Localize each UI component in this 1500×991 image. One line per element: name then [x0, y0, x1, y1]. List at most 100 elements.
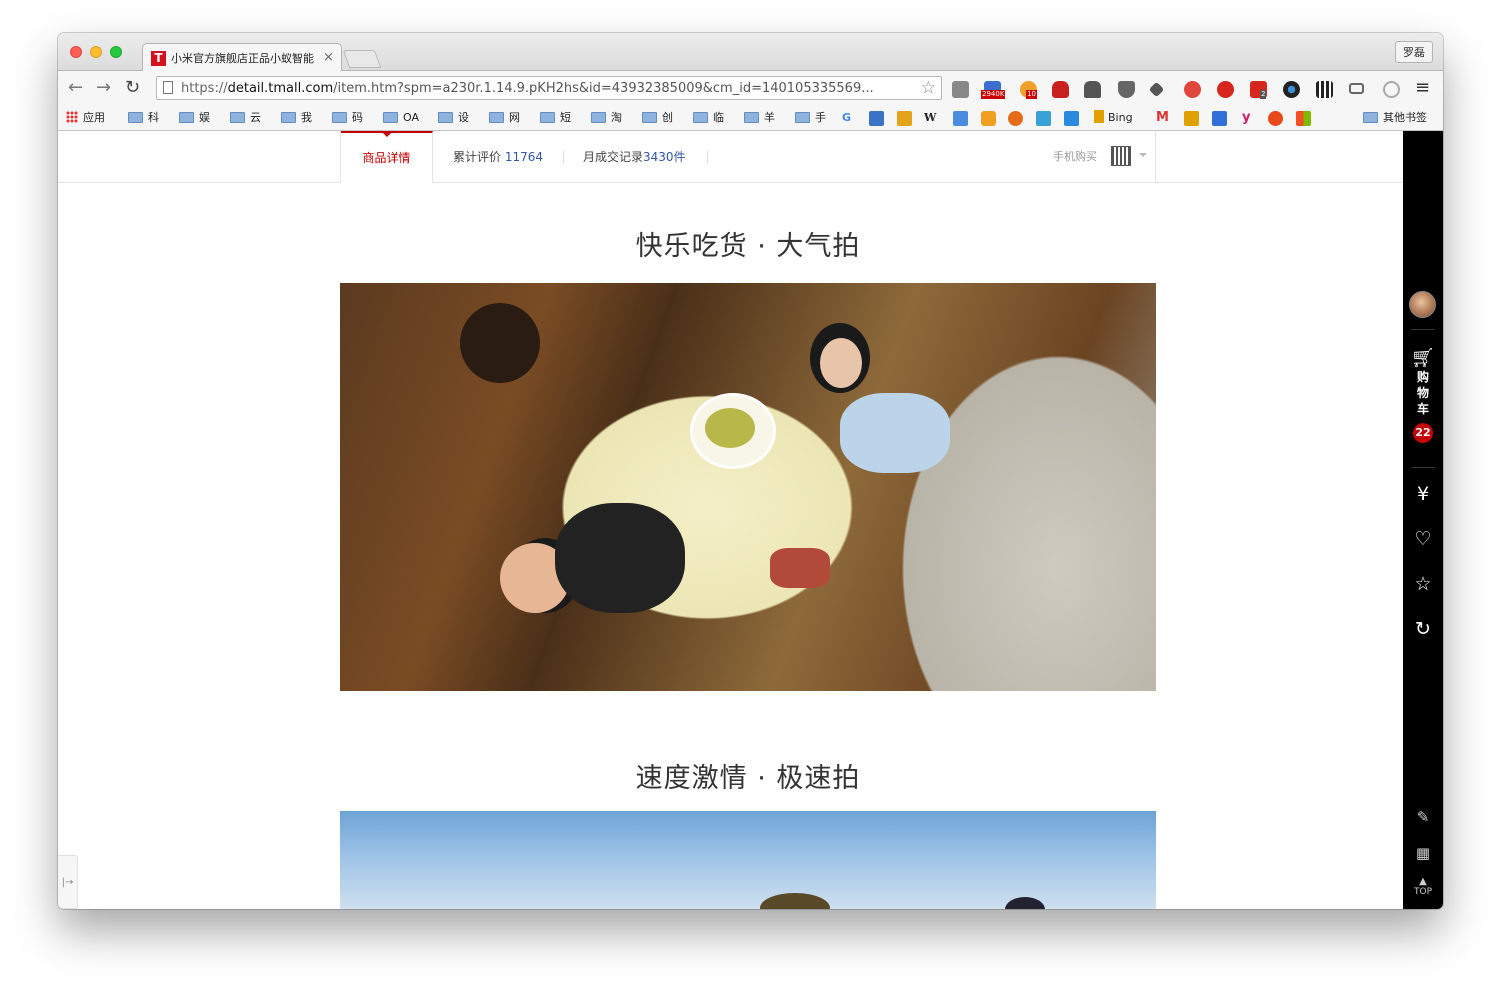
bookmark-folder[interactable]: 短: [540, 110, 571, 126]
tab-close-icon[interactable]: ×: [323, 50, 334, 66]
bookmark-windows-icon[interactable]: [1296, 111, 1311, 126]
bookmark-hi-icon[interactable]: [1064, 111, 1079, 126]
cart-label-char: 车: [1416, 402, 1429, 416]
bookmark-apps[interactable]: 应用: [66, 110, 105, 126]
bookmark-yahoo-icon[interactable]: y: [1242, 110, 1250, 126]
bookmark-ku-icon[interactable]: [897, 111, 912, 126]
bookmark-firefox-icon[interactable]: [1008, 111, 1023, 126]
mobile-buy-label[interactable]: 手机购买: [1053, 131, 1097, 183]
bookmark-folder[interactable]: 创: [642, 110, 673, 126]
bookmark-google-icon[interactable]: G: [842, 110, 851, 126]
history-icon: ↻: [1415, 618, 1431, 640]
url-text[interactable]: https://detail.tmall.com/item.htm?spm=a2…: [181, 80, 911, 98]
collapse-panel-button[interactable]: |→: [58, 855, 78, 909]
product-photo-dining: [340, 283, 1156, 691]
extension-translate-icon[interactable]: 2940K: [981, 81, 1006, 99]
extension-qrcode-icon[interactable]: [1316, 81, 1333, 98]
bookmark-bing[interactable]: Bing: [1094, 110, 1133, 126]
extension-link-icon[interactable]: [1148, 81, 1165, 98]
tab-title: 小米官方旗舰店正品小蚁智能: [171, 52, 314, 65]
bookmark-bing-icon[interactable]: [1184, 111, 1199, 126]
tmall-favicon-icon: T: [151, 51, 166, 66]
extension-notify-icon[interactable]: 10: [1020, 81, 1037, 99]
bookmark-folder[interactable]: 我: [281, 110, 312, 126]
cart-count-badge: 22: [1413, 423, 1433, 443]
sidebar-item-history[interactable]: ↻: [1403, 618, 1443, 640]
folder-icon: [179, 112, 194, 123]
extension-k-icon[interactable]: [952, 81, 969, 98]
folder-icon: [332, 112, 347, 123]
extension-circle-icon[interactable]: [1383, 81, 1400, 98]
folder-icon: [383, 112, 398, 123]
chevron-down-icon[interactable]: [1139, 153, 1147, 161]
folder-icon: [744, 112, 759, 123]
qrcode-icon[interactable]: [1111, 146, 1131, 166]
sidebar-divider: [1411, 329, 1435, 330]
minimize-window-button[interactable]: [90, 46, 102, 58]
back-arrow-icon[interactable]: ←: [68, 78, 83, 98]
bookmark-folder[interactable]: 科: [128, 110, 159, 126]
bookmark-folder[interactable]: 设: [438, 110, 469, 126]
folder-icon: [591, 112, 606, 123]
bookmark-gmail-icon[interactable]: M: [1156, 110, 1169, 126]
extension-puzzle-icon[interactable]: 2: [1250, 81, 1267, 99]
bookmark-bird-icon[interactable]: [1036, 111, 1051, 126]
bookmark-folder[interactable]: 网: [489, 110, 520, 126]
tab-product-detail[interactable]: 商品详情: [341, 131, 433, 183]
sidebar-item-assets[interactable]: ¥: [1403, 483, 1443, 505]
bookmarks-bar: 应用 科 娱 云 我 码 OA 设 网 短 淘 创 临 羊 手 G W Bing…: [58, 105, 1443, 131]
tab-sales-records[interactable]: 月成交记录3430件: [583, 131, 686, 183]
page-icon: [163, 81, 173, 94]
tmall-right-sidebar: 🛒︎ 购 物 车 22 ¥ ♡ ☆ ↻ ✎ ▦ ▲ TOP: [1403, 131, 1443, 909]
menu-hamburger-icon[interactable]: ≡: [1415, 78, 1430, 98]
bookmark-star-icon[interactable]: ☆: [921, 78, 936, 98]
yen-icon: ¥: [1416, 483, 1430, 505]
sidebar-item-collections[interactable]: ☆: [1403, 573, 1443, 595]
bookmark-translate-icon[interactable]: [953, 111, 968, 126]
sidebar-item-feedback[interactable]: ✎: [1403, 807, 1443, 826]
sidebar-item-qrcode[interactable]: ▦: [1403, 843, 1443, 862]
forward-arrow-icon[interactable]: →: [96, 78, 111, 98]
sidebar-item-favorites[interactable]: ♡: [1403, 528, 1443, 550]
bookmark-folder[interactable]: OA: [383, 110, 419, 126]
star-icon: ☆: [1414, 573, 1432, 595]
extension-evernote-icon[interactable]: [1184, 81, 1201, 98]
bookmark-folder[interactable]: 娱: [179, 110, 210, 126]
arrow-up-icon: ▲: [1419, 876, 1427, 887]
back-to-top-button[interactable]: ▲ TOP: [1403, 876, 1443, 898]
new-tab-button[interactable]: [342, 50, 382, 68]
user-avatar[interactable]: [1409, 291, 1436, 318]
bookmark-d-icon[interactable]: [981, 111, 996, 126]
cast-icon[interactable]: [1349, 83, 1364, 94]
browser-toolbar: ← → ↻ https://detail.tmall.com/item.htm?…: [58, 71, 1443, 105]
reload-icon[interactable]: ↻: [125, 78, 140, 98]
extension-opera-icon[interactable]: [1217, 81, 1234, 98]
profile-button[interactable]: 罗磊: [1395, 41, 1433, 63]
bing-icon: [1094, 110, 1104, 123]
bookmark-folder[interactable]: 临: [693, 110, 724, 126]
extension-camera-icon[interactable]: [1283, 81, 1300, 98]
maximize-window-button[interactable]: [110, 46, 122, 58]
bookmark-folder[interactable]: 手: [795, 110, 826, 126]
bookmark-baidu-icon[interactable]: [1212, 111, 1227, 126]
close-window-button[interactable]: [70, 46, 82, 58]
bookmark-folder[interactable]: 羊: [744, 110, 775, 126]
extension-tool-icon[interactable]: [1084, 81, 1101, 98]
address-bar[interactable]: https://detail.tmall.com/item.htm?spm=a2…: [156, 76, 942, 100]
bookmark-folder[interactable]: 云: [230, 110, 261, 126]
extension-sofa-icon[interactable]: [1052, 81, 1069, 98]
folder-icon: [230, 112, 245, 123]
product-photo-speed: [340, 811, 1156, 909]
bookmark-folder[interactable]: 淘: [591, 110, 622, 126]
bookmark-other[interactable]: 其他书签: [1363, 110, 1427, 126]
bookmark-wikipedia-icon[interactable]: W: [924, 110, 936, 126]
sidebar-item-cart[interactable]: 🛒︎ 购 物 车 22: [1403, 347, 1443, 443]
browser-tab-active[interactable]: T 小米官方旗舰店正品小蚁智能 ×: [142, 43, 342, 72]
bookmark-bug-icon[interactable]: [1268, 111, 1283, 126]
bookmark-folder[interactable]: 码: [332, 110, 363, 126]
product-tab-nav: 商品详情 累计评价 11764 月成交记录3430件 手机购买: [58, 131, 1403, 183]
bookmark-mail-icon[interactable]: [869, 111, 884, 126]
tab-reviews[interactable]: 累计评价 11764: [453, 131, 543, 183]
folder-icon: [438, 112, 453, 123]
extension-pocket-icon[interactable]: [1118, 81, 1135, 98]
